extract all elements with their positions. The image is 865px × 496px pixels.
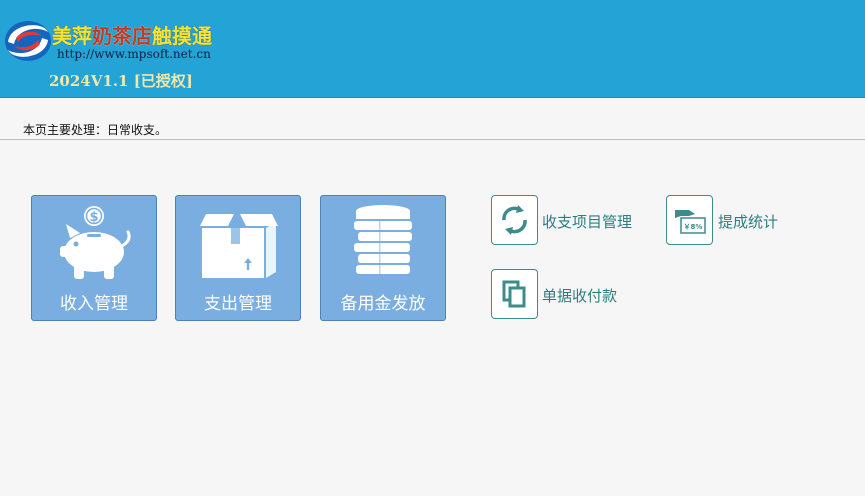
copy-documents-icon	[502, 280, 526, 308]
website-url: http://www.mpsoft.net.cn	[57, 47, 211, 61]
income-expense-items-label[interactable]: 收支项目管理	[542, 211, 632, 232]
commission-stats-label[interactable]: 提成统计	[718, 211, 778, 232]
app-header: 美萍奶茶店触摸通 http://www.mpsoft.net.cn 2024V1…	[0, 0, 865, 98]
percent-icon-text: ￥8%	[684, 223, 703, 231]
percent-hand-icon: ￥8%	[675, 210, 706, 234]
version-label: 2024V1.1 [已授权]	[49, 72, 193, 90]
brand-part1: 美萍	[52, 24, 92, 48]
expense-management-button[interactable]: 支出管理	[175, 195, 301, 321]
refresh-cycle-icon	[502, 205, 527, 235]
document-payment-label[interactable]: 单据收付款	[542, 285, 617, 306]
petty-cash-issue-label: 备用金发放	[340, 294, 426, 314]
document-payment-button[interactable]	[491, 269, 538, 319]
income-expense-items-button[interactable]	[491, 195, 538, 245]
income-management-button[interactable]: $ 收入管理	[31, 195, 157, 321]
brand-part2: 奶茶店	[92, 24, 152, 48]
app-logo-icon	[5, 21, 51, 61]
app-brand-title: 美萍奶茶店触摸通	[52, 20, 212, 49]
page-description: 本页主要处理：日常收支。	[23, 123, 168, 137]
divider	[0, 139, 865, 140]
commission-stats-button[interactable]: ￥8%	[666, 195, 713, 245]
income-management-label: 收入管理	[60, 294, 128, 314]
expense-management-label: 支出管理	[204, 294, 272, 314]
petty-cash-issue-button[interactable]: 备用金发放	[320, 195, 446, 321]
brand-part3: 触摸通	[152, 24, 212, 48]
svg-text:$: $	[89, 210, 98, 225]
